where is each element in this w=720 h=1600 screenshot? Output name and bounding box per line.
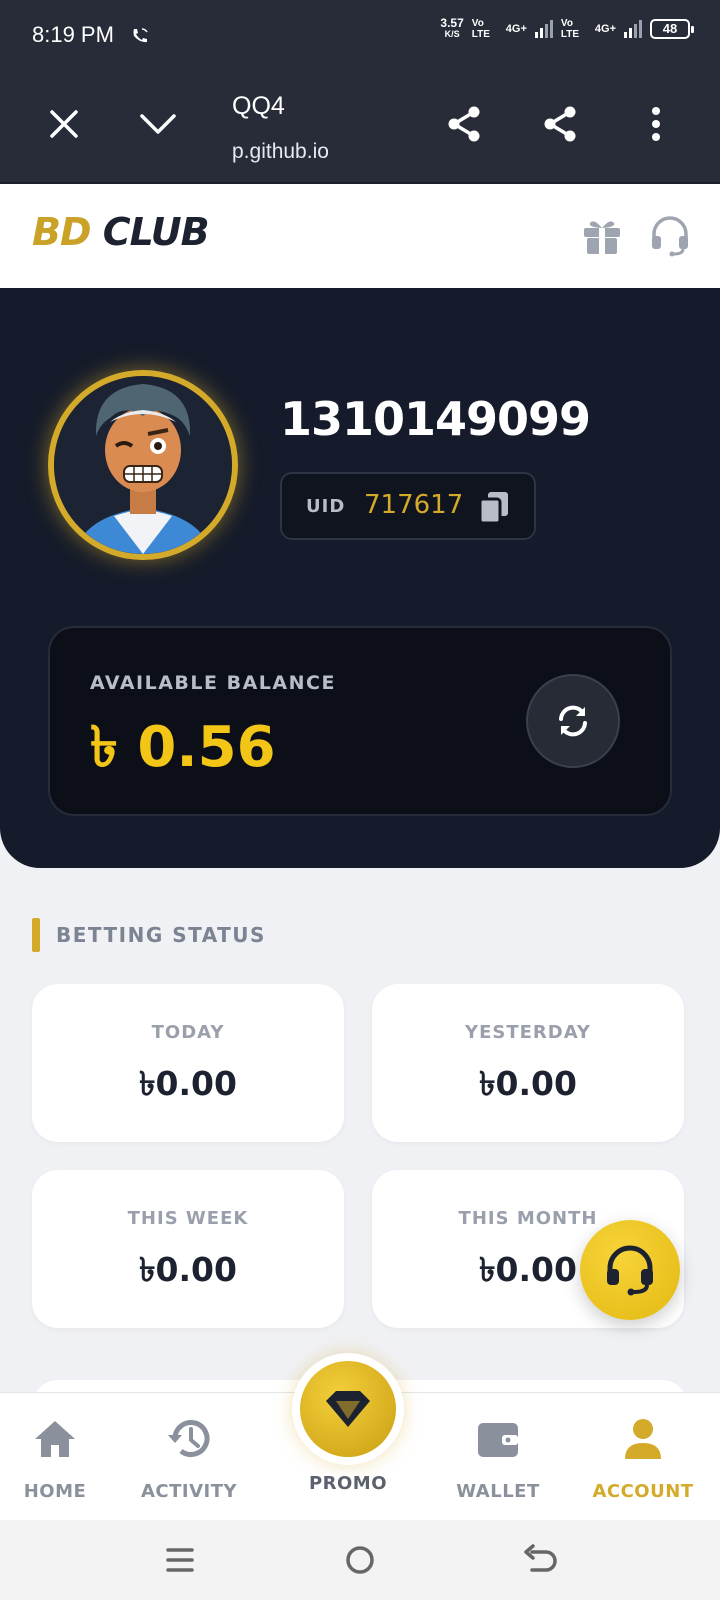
- user-icon: [625, 1419, 661, 1459]
- wallet-icon: [478, 1423, 518, 1457]
- sim2-label: Vo LTE: [560, 18, 580, 40]
- profile-section: 1310149099 UID 717617 AVAILABLE BALANCE …: [0, 288, 720, 868]
- stat-card-this-week: THIS WEEK ৳0.00: [32, 1170, 344, 1328]
- balance-card: AVAILABLE BALANCE ৳ 0.56: [48, 626, 672, 816]
- copy-icon[interactable]: [478, 490, 510, 524]
- back-icon[interactable]: [520, 1540, 560, 1580]
- nav-activity[interactable]: ACTIVITY: [124, 1415, 254, 1511]
- sim2-network: 4G+: [594, 22, 616, 35]
- uid-label: UID: [306, 496, 346, 517]
- nav-account[interactable]: ACCOUNT: [578, 1415, 708, 1511]
- network-speed: 3.57 K/S: [440, 16, 464, 39]
- stat-card-yesterday: YESTERDAY ৳0.00: [372, 984, 684, 1142]
- app-logo[interactable]: BD CLUB: [32, 210, 210, 254]
- uid-value: 717617: [364, 490, 464, 520]
- status-bar: 8:19 PM 3.57 K/S Vo LTE 4G+ Vo LTE 4G+ 4…: [0, 0, 720, 70]
- share-icon[interactable]: [440, 100, 488, 148]
- signal-bars-icon: [624, 20, 642, 38]
- signal-bars-icon: [534, 20, 553, 38]
- home-icon: [35, 1421, 75, 1457]
- sim1-label: Vo LTE: [471, 18, 490, 40]
- chevron-down-icon[interactable]: [134, 100, 182, 148]
- history-icon: [168, 1420, 210, 1457]
- wifi-call-icon: [133, 28, 148, 43]
- diamond-icon: [326, 1391, 370, 1427]
- battery-icon: 48: [650, 19, 694, 39]
- stat-label: YESTERDAY: [465, 1022, 591, 1043]
- app-header: BD CLUB: [0, 184, 720, 288]
- avatar[interactable]: [48, 370, 238, 560]
- avatar-image: [54, 376, 232, 554]
- nav-wallet[interactable]: WALLET: [433, 1415, 563, 1511]
- username: 1310149099: [280, 392, 591, 446]
- balance-value: ৳ 0.56: [90, 715, 276, 780]
- headset-icon[interactable]: [648, 214, 692, 258]
- page-title: QQ4: [232, 92, 285, 120]
- bottom-nav: HOME ACTIVITY PROMO WALLET ACCOUNT: [0, 1353, 720, 1520]
- stat-value: ৳0.00: [479, 1064, 577, 1103]
- stat-label: TODAY: [151, 1022, 225, 1043]
- menu-icon[interactable]: [160, 1540, 200, 1580]
- gift-icon[interactable]: [580, 214, 624, 258]
- support-fab[interactable]: [580, 1220, 680, 1320]
- nav-promo-label: PROMO: [308, 1473, 388, 1494]
- headset-icon: [607, 1245, 653, 1296]
- betting-status-header: BETTING STATUS: [32, 918, 266, 952]
- stat-label: THIS WEEK: [127, 1208, 249, 1229]
- promo-button-inner: [300, 1361, 396, 1457]
- uid-box: UID 717617: [280, 472, 536, 540]
- status-time: 8:19 PM: [32, 22, 114, 47]
- nav-promo[interactable]: [292, 1353, 404, 1465]
- home-circle-icon[interactable]: [340, 1540, 380, 1580]
- refresh-icon: [559, 705, 587, 737]
- stat-card-today: TODAY ৳0.00: [32, 984, 344, 1142]
- nav-home[interactable]: HOME: [0, 1415, 120, 1511]
- page-url[interactable]: p.github.io: [232, 140, 329, 164]
- refresh-button[interactable]: [526, 674, 620, 768]
- stat-value: ৳0.00: [139, 1064, 237, 1103]
- balance-label: AVAILABLE BALANCE: [90, 672, 336, 694]
- share-icon[interactable]: [536, 100, 584, 148]
- stat-value: ৳0.00: [139, 1250, 237, 1289]
- status-indicators: 3.57 K/S Vo LTE 4G+ Vo LTE 4G+ 48: [440, 16, 694, 40]
- sim1-network: 4G+: [505, 22, 527, 35]
- system-nav-bar: [0, 1520, 720, 1600]
- section-accent: [32, 918, 40, 952]
- more-vertical-icon[interactable]: [632, 100, 680, 148]
- browser-toolbar: QQ4 p.github.io: [0, 70, 720, 184]
- close-icon[interactable]: [40, 100, 88, 148]
- section-title: BETTING STATUS: [56, 923, 266, 947]
